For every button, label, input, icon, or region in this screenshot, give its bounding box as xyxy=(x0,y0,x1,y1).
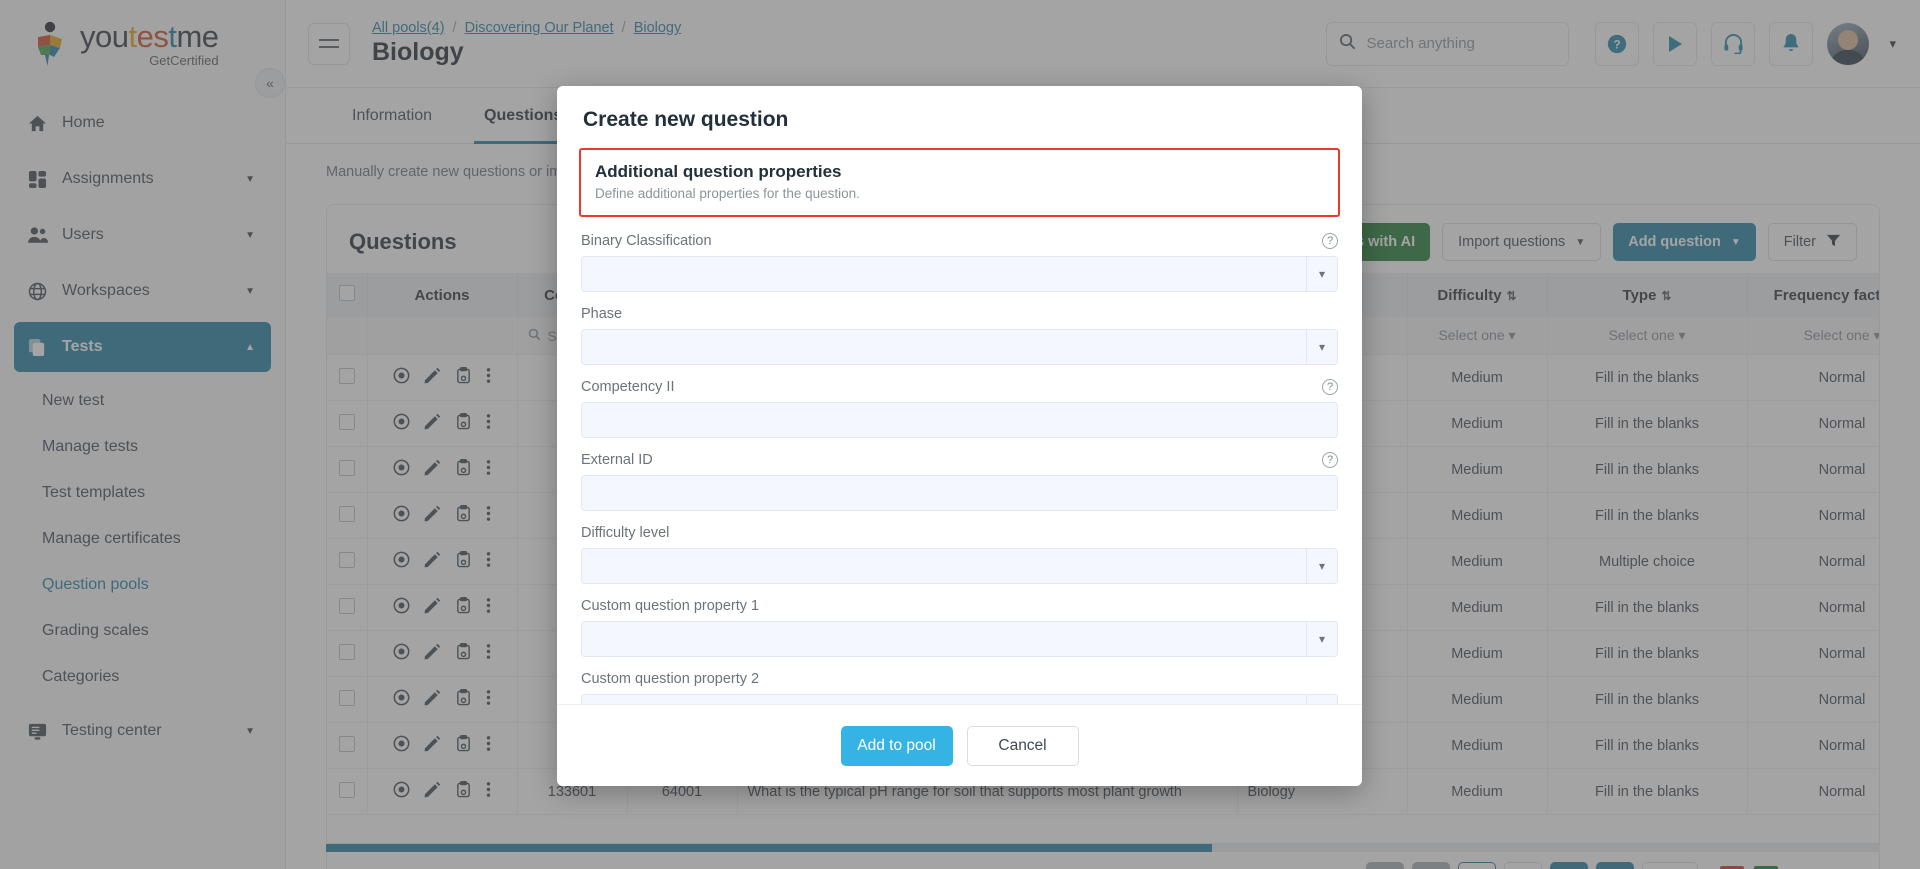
chevron-down-icon[interactable]: ▾ xyxy=(1305,622,1325,656)
chevron-down-icon[interactable]: ▾ xyxy=(1305,695,1325,704)
text-input[interactable] xyxy=(581,402,1338,438)
help-icon[interactable]: ? xyxy=(1322,233,1338,249)
create-new-question-modal: Create new question Additional question … xyxy=(557,86,1362,786)
help-icon[interactable]: ? xyxy=(1322,379,1338,395)
section-subtitle: Define additional properties for the que… xyxy=(595,186,860,201)
select-control[interactable]: ▾ xyxy=(581,256,1338,292)
field-label: Custom question property 2 xyxy=(581,671,760,687)
select-control[interactable]: ▾ xyxy=(581,329,1338,365)
field-label: Phase xyxy=(581,306,623,322)
field-custom-question-property-1: Custom question property 1 ▾ xyxy=(579,598,1340,657)
add-to-pool-button[interactable]: Add to pool xyxy=(840,725,953,766)
field-label: Custom question property 1 xyxy=(581,598,760,614)
field-label: Competency II xyxy=(581,379,675,395)
modal-title: Create new question xyxy=(583,108,789,131)
section-title: Additional question properties xyxy=(595,162,842,181)
modal-footer: Add to pool Cancel xyxy=(557,704,1362,786)
app-root: youtestme GetCertified « Home Assignment… xyxy=(0,0,1920,869)
field-external-id: External ID? xyxy=(579,452,1340,511)
field-label: Binary Classification xyxy=(581,233,712,249)
select-control[interactable]: ▾ xyxy=(581,621,1338,657)
field-label: External ID xyxy=(581,452,653,468)
modal-body: Additional question properties Define ad… xyxy=(557,148,1362,704)
cancel-button[interactable]: Cancel xyxy=(966,725,1079,766)
field-custom-question-property-2: Custom question property 2 ▾ xyxy=(579,671,1340,704)
select-control[interactable]: ▾ xyxy=(581,694,1338,704)
help-icon[interactable]: ? xyxy=(1322,452,1338,468)
field-binary-classification: Binary Classification? ▾ xyxy=(579,233,1340,292)
field-competency-ii: Competency II? xyxy=(579,379,1340,438)
field-label: Difficulty level xyxy=(581,525,670,541)
select-control[interactable]: ▾ xyxy=(581,548,1338,584)
text-input[interactable] xyxy=(581,475,1338,511)
field-phase: Phase ▾ xyxy=(579,306,1340,365)
chevron-down-icon[interactable]: ▾ xyxy=(1305,330,1325,364)
field-difficulty-level: Difficulty level ▾ xyxy=(579,525,1340,584)
modal-fields: Binary Classification? ▾ Phase ▾ Competency … xyxy=(579,233,1340,704)
additional-question-properties-section: Additional question properties Define ad… xyxy=(579,148,1340,217)
chevron-down-icon[interactable]: ▾ xyxy=(1305,257,1325,291)
chevron-down-icon[interactable]: ▾ xyxy=(1305,549,1325,583)
modal-header: Create new question xyxy=(557,86,1362,148)
